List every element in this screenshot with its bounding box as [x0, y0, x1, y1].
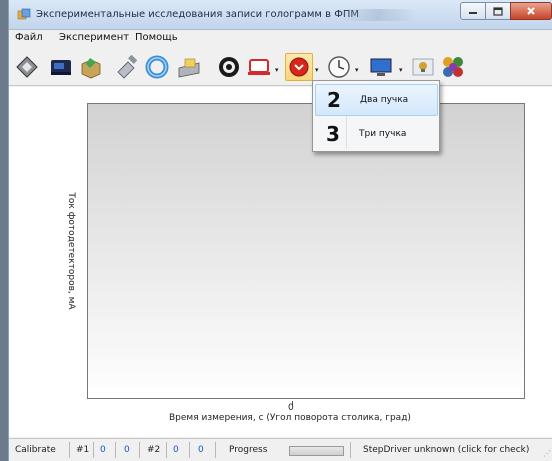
- clock-icon: [328, 56, 350, 78]
- channel-2-label: #2: [147, 445, 161, 455]
- camera-icon: [51, 60, 71, 75]
- status-separator: [93, 442, 94, 458]
- number-three-icon: 3: [326, 122, 340, 146]
- resize-grip-icon[interactable]: ⋰: [543, 449, 551, 458]
- camera-button[interactable]: [47, 53, 75, 81]
- menu-help[interactable]: Помощь: [135, 32, 178, 43]
- step-driver-status[interactable]: StepDriver unknown (click for check): [363, 445, 529, 455]
- ring-icon: [145, 55, 169, 79]
- progress-bar: [289, 446, 344, 456]
- monitor-icon: [370, 58, 392, 76]
- connect-icon: [16, 56, 38, 78]
- title-reflection: [339, 9, 417, 21]
- satellite-button[interactable]: [113, 53, 141, 81]
- app-icon: [17, 8, 31, 20]
- beams-dropdown-menu: 2 Два пучка 3 Три пучка: [312, 80, 440, 152]
- menu-item-two-beams[interactable]: 2 Два пучка: [315, 84, 438, 116]
- maximize-button[interactable]: [485, 2, 511, 20]
- status-separator: [139, 442, 140, 458]
- chart-area: Ток фотодетекторов, мА 0 Время измерения…: [9, 87, 552, 437]
- plot-area[interactable]: [87, 103, 525, 399]
- status-separator: [69, 442, 70, 458]
- toolbar: ▾ ▾ ▾ ▾: [9, 48, 552, 86]
- settings-button[interactable]: [215, 53, 243, 81]
- lightbulb-icon: [412, 58, 434, 76]
- monitor-dropdown-arrow[interactable]: ▾: [399, 67, 405, 74]
- menu-experiment[interactable]: Эксперимент: [59, 32, 129, 43]
- menu-file[interactable]: Файл: [15, 32, 43, 43]
- laptop-icon: [248, 59, 270, 75]
- scanner-button[interactable]: [175, 53, 203, 81]
- channel-2-value-b: 0: [198, 445, 204, 455]
- lightbulb-button[interactable]: [409, 53, 437, 81]
- maximize-icon: [493, 6, 503, 16]
- calibrate-button[interactable]: Calibrate: [15, 445, 56, 455]
- menu-item-label: Три пучка: [359, 129, 407, 139]
- record-dropdown-arrow[interactable]: ▾: [315, 67, 321, 74]
- menu-item-three-beams[interactable]: 3 Три пучка: [315, 118, 438, 150]
- molecule-icon: [443, 57, 463, 77]
- connect-button[interactable]: [13, 53, 41, 81]
- title-bar[interactable]: Экспериментальные исследования записи го…: [9, 0, 552, 30]
- laptop-dropdown-arrow[interactable]: ▾: [275, 67, 281, 74]
- record-icon: [289, 57, 309, 77]
- status-separator: [166, 442, 167, 458]
- record-button[interactable]: [285, 53, 313, 81]
- y-axis-label: Ток фотодетекторов, мА: [66, 192, 76, 310]
- clock-button[interactable]: [325, 53, 353, 81]
- scanner-icon: [178, 58, 200, 78]
- channel-2-value-a: 0: [173, 445, 179, 455]
- app-window: Экспериментальные исследования записи го…: [8, 0, 552, 461]
- minimize-icon: [469, 12, 477, 14]
- satellite-icon: [117, 54, 138, 79]
- minimize-button[interactable]: [460, 2, 486, 20]
- channel-1-value-a: 0: [100, 445, 106, 455]
- x-axis-label: Время измерения, с (Угол поворота столик…: [169, 413, 411, 423]
- channel-1-value-b: 0: [124, 445, 130, 455]
- laptop-button[interactable]: [245, 53, 273, 81]
- x-tick-label: 0: [288, 403, 294, 413]
- status-separator: [215, 442, 216, 458]
- molecule-button[interactable]: [439, 53, 467, 81]
- menu-item-label: Два пучка: [360, 95, 409, 105]
- package-button[interactable]: [77, 53, 105, 81]
- gear-icon: [219, 57, 239, 77]
- status-separator: [115, 442, 116, 458]
- window-title: Экспериментальные исследования записи го…: [36, 9, 359, 20]
- monitor-button[interactable]: [367, 53, 395, 81]
- package-icon: [81, 58, 101, 79]
- number-two-icon: 2: [327, 88, 341, 112]
- close-button[interactable]: [510, 2, 552, 20]
- menu-bar: Файл Эксперимент Помощь: [9, 30, 552, 48]
- clock-dropdown-arrow[interactable]: ▾: [355, 67, 361, 74]
- status-bar: Calibrate #1 0 0 #2 0 0 Progress StepDri…: [9, 438, 552, 461]
- ring-button[interactable]: [143, 53, 171, 81]
- status-separator: [189, 442, 190, 458]
- close-icon: [527, 7, 535, 15]
- channel-1-label: #1: [76, 445, 90, 455]
- progress-label: Progress: [229, 445, 268, 455]
- status-separator: [350, 442, 351, 458]
